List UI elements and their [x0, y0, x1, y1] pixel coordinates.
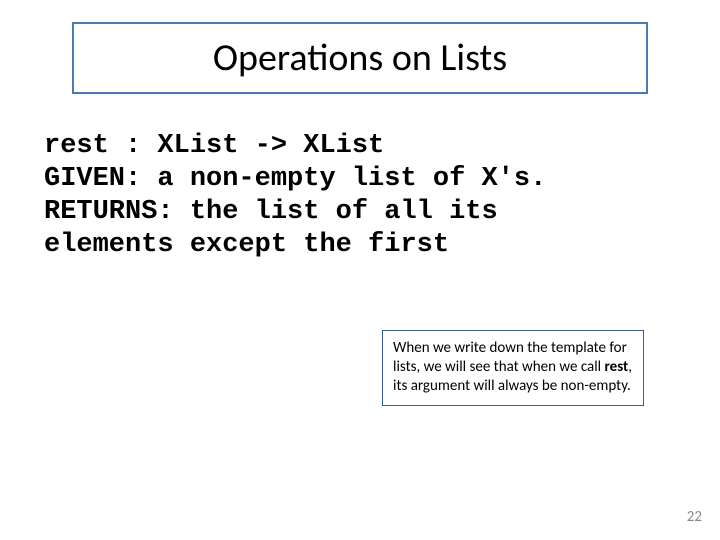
slide-title: Operations on Lists — [213, 35, 507, 81]
code-line-3: RETURNS: the list of all its — [44, 197, 498, 227]
title-box: Operations on Lists — [72, 22, 648, 94]
code-line-1: rest : XList -> XList — [44, 131, 384, 161]
note-box: When we write down the template for list… — [382, 330, 644, 406]
code-line-2: GIVEN: a non-empty list of X's. — [44, 164, 546, 194]
slide: Operations on Lists rest : XList -> XLis… — [0, 0, 720, 540]
body-area: rest : XList -> XList GIVEN: a non-empty… — [44, 130, 676, 262]
note-pre: When we write down the template for list… — [393, 339, 627, 376]
note-text: When we write down the template for list… — [393, 339, 633, 395]
note-bold: rest — [605, 358, 629, 376]
code-line-4: elements except the first — [44, 230, 449, 260]
page-number: 22 — [687, 508, 702, 526]
code-block: rest : XList -> XList GIVEN: a non-empty… — [44, 130, 676, 262]
